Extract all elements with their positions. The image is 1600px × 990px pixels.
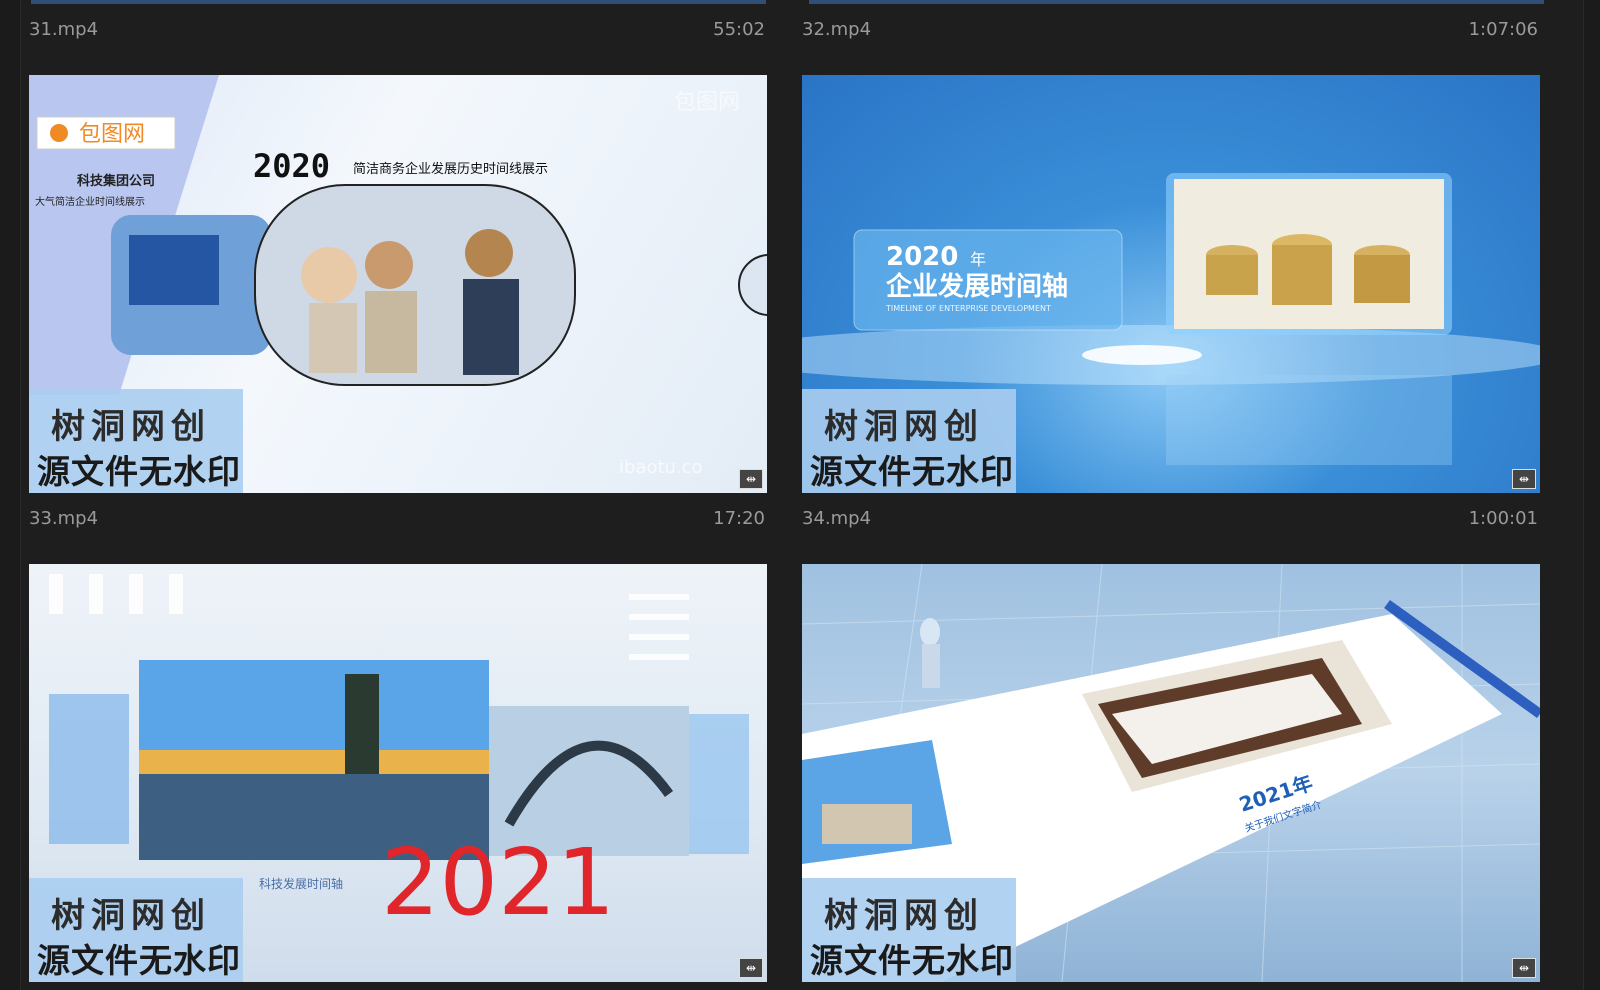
subtitle-text: 大气简洁企业时间线展示 — [35, 195, 145, 208]
duration: 55:02 — [713, 19, 765, 40]
year-text: 2021 — [381, 829, 615, 936]
duration: 1:00:01 — [1468, 508, 1538, 529]
previous-row-thumbnail-edge — [809, 0, 1544, 4]
company-text: 科技集团公司 — [77, 173, 155, 189]
fullscreen-icon[interactable]: ⇹ — [1512, 469, 1536, 489]
media-item-meta: 31.mp4 55:02 — [29, 19, 765, 41]
badge-line1: 树洞网创 — [824, 407, 984, 447]
logo-text: 包图网 — [79, 122, 145, 147]
watermark-top: 包图网 — [674, 90, 740, 115]
media-item-meta: 33.mp4 17:20 — [29, 508, 765, 530]
video-thumbnail[interactable]: 科技发展时间轴 2021 树洞网创 源文件无水印 ⇹ — [29, 564, 767, 982]
duration: 17:20 — [713, 508, 765, 529]
watermark-site: ibaotu.co — [619, 457, 703, 478]
year-unit-text: 年 — [970, 250, 986, 269]
year-text: 2020 — [886, 242, 958, 272]
badge-line1: 树洞网创 — [824, 896, 984, 936]
file-name: 33.mp4 — [29, 508, 99, 529]
media-item-meta: 34.mp4 1:00:01 — [802, 508, 1538, 530]
fullscreen-icon[interactable]: ⇹ — [1512, 958, 1536, 978]
year-text: 2020 — [253, 147, 330, 185]
badge-line2: 源文件无水印 — [810, 941, 1014, 980]
badge-line1: 树洞网创 — [51, 407, 211, 447]
media-grid: 31.mp4 55:02 32.mp4 1:07:06 包图网 科技集团公司 大… — [20, 0, 1584, 990]
file-name: 32.mp4 — [802, 19, 872, 40]
watermark-badge: 树洞网创 源文件无水印 — [802, 389, 1016, 493]
badge-line2: 源文件无水印 — [810, 452, 1014, 491]
title-text: 企业发展时间轴 — [886, 271, 1068, 302]
subtitle-text: TIMELINE OF ENTERPRISE DEVELOPMENT — [885, 304, 1051, 313]
fullscreen-icon[interactable]: ⇹ — [739, 958, 763, 978]
duration: 1:07:06 — [1468, 19, 1538, 40]
watermark-badge: 树洞网创 源文件无水印 — [29, 389, 243, 493]
previous-row-thumbnail-edge — [31, 0, 766, 4]
caption-text: 科技发展时间轴 — [259, 876, 343, 891]
watermark-badge: 树洞网创 源文件无水印 — [29, 878, 243, 982]
badge-line1: 树洞网创 — [51, 896, 211, 936]
fullscreen-icon[interactable]: ⇹ — [739, 469, 763, 489]
badge-line2: 源文件无水印 — [37, 941, 241, 980]
headline-text: 简洁商务企业发展历史时间线展示 — [353, 161, 548, 177]
video-thumbnail[interactable]: 包图网 科技集团公司 大气简洁企业时间线展示 2020 简洁商务企业发展历史时间… — [29, 75, 767, 493]
watermark-badge: 树洞网创 源文件无水印 — [802, 878, 1016, 982]
file-name: 31.mp4 — [29, 19, 99, 40]
badge-line2: 源文件无水印 — [37, 452, 241, 491]
video-thumbnail[interactable]: 2020 年 企业发展时间轴 TIMELINE OF ENTERPRISE DE… — [802, 75, 1540, 493]
file-name: 34.mp4 — [802, 508, 872, 529]
video-thumbnail[interactable]: 2021年 关于我们文字简介 树洞网创 源文件无水印 ⇹ — [802, 564, 1540, 982]
media-item-meta: 32.mp4 1:07:06 — [802, 19, 1538, 41]
